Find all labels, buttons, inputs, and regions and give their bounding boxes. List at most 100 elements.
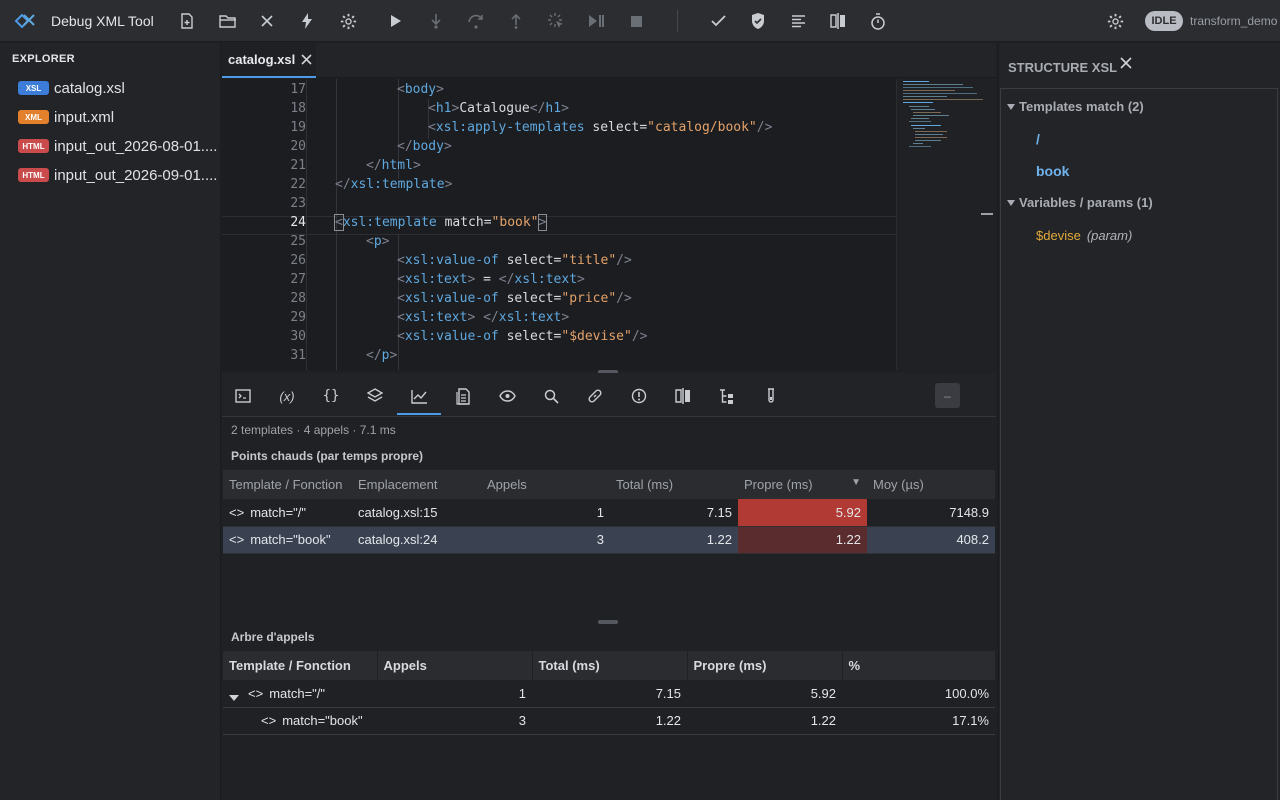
avg-cell: 7148.9 xyxy=(867,499,995,527)
test-tube-icon[interactable] xyxy=(760,385,782,407)
step-over-icon[interactable] xyxy=(465,10,487,32)
column-header[interactable]: Appels xyxy=(377,651,533,680)
braces-icon[interactable]: {} xyxy=(320,385,342,407)
column-header[interactable]: Total (ms) xyxy=(610,470,738,499)
column-header[interactable]: Propre (ms) xyxy=(687,651,843,680)
gear-icon[interactable] xyxy=(337,10,359,32)
file-item[interactable]: XML input.xml xyxy=(18,106,218,128)
table-row-selected[interactable]: <> match="book" catalog.xsl:24 3 1.22 1.2… xyxy=(223,526,995,554)
line-number: 25 xyxy=(290,234,306,249)
template-item-root[interactable]: / xyxy=(1036,131,1040,147)
tab-catalog-xsl[interactable]: catalog.xsl xyxy=(222,43,316,78)
calltree-title: Arbre d'appels xyxy=(231,630,315,644)
minimap-line xyxy=(903,87,973,88)
file-item[interactable]: HTML input_out_2026-08-01.... xyxy=(18,135,218,157)
minimap-line xyxy=(911,125,941,126)
location-cell[interactable]: catalog.xsl:24 xyxy=(352,526,481,554)
percent-cell: 100.0% xyxy=(842,680,995,708)
tree-row[interactable]: <> match="/" 1 7.15 5.92 100.0% xyxy=(223,680,995,708)
check-icon[interactable] xyxy=(707,10,729,32)
search-icon[interactable] xyxy=(540,385,562,407)
eye-icon[interactable] xyxy=(496,385,518,407)
new-file-icon[interactable] xyxy=(176,10,198,32)
hotspots-title: Points chauds (par temps propre) xyxy=(231,449,424,463)
template-item-book[interactable]: book xyxy=(1036,163,1069,179)
step-into-icon[interactable] xyxy=(425,10,447,32)
minimap-line xyxy=(903,84,963,85)
table-row[interactable]: <> match="/" catalog.xsl:15 1 7.15 5.92 7… xyxy=(223,499,995,527)
minimap[interactable] xyxy=(896,79,996,370)
column-header[interactable]: Total (ms) xyxy=(532,651,688,680)
file-item[interactable]: XSL catalog.xsl xyxy=(18,77,218,99)
templates-group[interactable]: Templates match (2) xyxy=(1007,99,1144,114)
templates-group-label: Templates match (2) xyxy=(1019,99,1144,114)
shield-check-icon[interactable] xyxy=(747,10,769,32)
format-icon[interactable] xyxy=(787,10,809,32)
column-header[interactable]: Template / Fonction xyxy=(223,470,352,499)
play-icon[interactable] xyxy=(385,10,407,32)
stopwatch-icon[interactable] xyxy=(867,10,889,32)
minimap-line xyxy=(903,93,977,94)
minimap-line xyxy=(911,109,935,110)
explorer-panel: EXPLORER XSL catalog.xsl XML input.xml H… xyxy=(0,43,221,800)
stop-icon[interactable] xyxy=(625,10,647,32)
code-icon: <> xyxy=(248,685,264,701)
code-line: <xsl:value-of select="price"/> xyxy=(397,291,632,306)
settings-icon[interactable] xyxy=(1104,10,1126,32)
total-cell: 7.15 xyxy=(610,499,738,527)
compare-icon[interactable] xyxy=(827,10,849,32)
minimap-line xyxy=(913,143,923,144)
warning-circle-icon[interactable] xyxy=(628,385,650,407)
total-cell: 1.22 xyxy=(610,526,738,554)
compare-icon[interactable] xyxy=(672,385,694,407)
column-header[interactable]: % xyxy=(842,651,996,680)
minimap-line xyxy=(915,131,947,132)
column-header[interactable]: Moy (µs) xyxy=(867,470,995,499)
param-item[interactable]: $devise (param) xyxy=(1036,228,1132,243)
calls-cell: 3 xyxy=(481,526,610,554)
panel-resize-handle[interactable] xyxy=(598,620,618,624)
close-icon[interactable] xyxy=(1120,57,1132,69)
template-cell: <> match="book" xyxy=(223,707,377,735)
calls-cell: 1 xyxy=(377,680,532,708)
continue-icon[interactable] xyxy=(585,10,607,32)
explorer-title: EXPLORER xyxy=(12,53,75,65)
variables-group[interactable]: Variables / params (1) xyxy=(1007,195,1153,210)
line-number: 17 xyxy=(290,82,306,97)
template-cell: <> match="/" xyxy=(223,680,377,708)
tree-row[interactable]: <> match="book" 3 1.22 1.22 17.1% xyxy=(223,707,995,735)
gutter-divider xyxy=(306,79,307,370)
profiler-chart-icon[interactable] xyxy=(397,385,441,415)
code-editor[interactable]: 17 18 19 20 21 22 23 24 25 26 27 28 29 3… xyxy=(222,79,996,370)
document-icon[interactable] xyxy=(452,385,474,407)
column-header[interactable]: Emplacement xyxy=(352,470,481,499)
close-icon[interactable] xyxy=(301,54,312,65)
column-header[interactable]: Appels xyxy=(481,470,610,499)
code-line: <body> xyxy=(397,82,444,97)
step-cursor-icon[interactable] xyxy=(545,10,567,32)
column-header[interactable]: Template / Fonction xyxy=(223,651,378,680)
lightning-icon[interactable] xyxy=(296,10,318,32)
panel-toolbar: (x) {} xyxy=(222,373,996,417)
column-header-sorted[interactable]: Propre (ms) ▼ xyxy=(738,470,867,499)
layers-icon[interactable] xyxy=(364,385,386,407)
variables-icon[interactable]: (x) xyxy=(276,385,298,407)
console-icon[interactable] xyxy=(232,385,254,407)
minimap-line xyxy=(903,102,933,103)
link-icon[interactable] xyxy=(584,385,606,407)
close-icon[interactable] xyxy=(256,10,278,32)
tree-icon[interactable] xyxy=(716,385,738,407)
code-line: <p> xyxy=(366,234,390,249)
file-item[interactable]: HTML input_out_2026-09-01.... xyxy=(18,164,218,186)
step-out-icon[interactable] xyxy=(505,10,527,32)
minimize-panel-button[interactable]: – xyxy=(935,383,960,408)
line-number: 23 xyxy=(290,196,306,211)
open-folder-icon[interactable] xyxy=(217,10,239,32)
code-icon: <> xyxy=(261,713,277,728)
code-line: </body> xyxy=(397,139,452,154)
code-line: <xsl:value-of select="title"/> xyxy=(397,253,632,268)
line-number: 29 xyxy=(290,310,306,325)
line-number: 28 xyxy=(290,291,306,306)
location-cell[interactable]: catalog.xsl:15 xyxy=(352,499,481,527)
expand-caret-icon[interactable] xyxy=(229,694,239,701)
